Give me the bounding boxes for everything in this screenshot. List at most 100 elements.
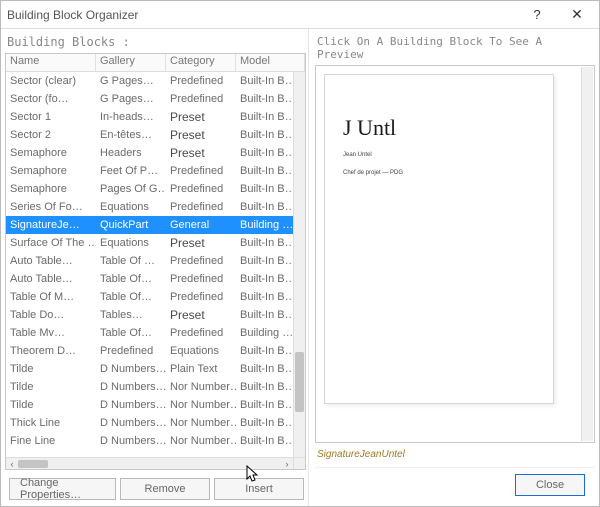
table-row[interactable]: Auto Table…Table Of …PredefinedBuilt-In … bbox=[6, 252, 293, 270]
preview-scrollbar[interactable] bbox=[581, 67, 593, 441]
cell-model: Built-In B… bbox=[236, 345, 293, 357]
table-row[interactable]: Fine LineD Numbers…Nor Number…Built-In B… bbox=[6, 432, 293, 450]
cell-gallery: Headers bbox=[96, 147, 166, 159]
cell-gallery: D Numbers… bbox=[96, 399, 166, 411]
cell-model: Built-In B… bbox=[236, 75, 293, 87]
cell-name: Table Mv… bbox=[6, 327, 96, 339]
help-button[interactable]: ? bbox=[517, 2, 557, 28]
table-row[interactable]: Surface Of The …EquationsPresetBuilt-In … bbox=[6, 234, 293, 252]
table-row[interactable]: Sector 1In-heads…PresetBuilt-In B… bbox=[6, 108, 293, 126]
table-row[interactable]: TildeD Numbers…Nor Number…Built-In B… bbox=[6, 396, 293, 414]
cell-model: Built-In B… bbox=[236, 255, 293, 267]
close-window-button[interactable]: ✕ bbox=[557, 2, 597, 28]
preview-caption: SignatureJeanUntel bbox=[315, 447, 595, 467]
cell-gallery: D Numbers… bbox=[96, 381, 166, 393]
dialog-title: Building Block Organizer bbox=[7, 8, 517, 22]
cell-category: Predefined bbox=[166, 165, 236, 177]
cell-model: Built-In B… bbox=[236, 309, 293, 321]
cell-model: Built-In B… bbox=[236, 93, 293, 105]
cell-category: Predefined bbox=[166, 201, 236, 213]
table-row[interactable]: Table Of M…Table Of…PredefinedBuilt-In B… bbox=[6, 288, 293, 306]
cell-name: Semaphore bbox=[6, 183, 96, 195]
horizontal-scroll-thumb[interactable] bbox=[18, 460, 48, 468]
cell-category: Preset bbox=[166, 308, 236, 322]
table-row[interactable]: TildeD Numbers…Plain TextBuilt-In B… bbox=[6, 360, 293, 378]
cell-category: Nor Number… bbox=[166, 399, 236, 411]
table-row[interactable]: Series Of Fo…EquationsPredefinedBuilt-In… bbox=[6, 198, 293, 216]
cell-gallery: Tables… bbox=[96, 309, 166, 321]
cell-gallery: Table Of… bbox=[96, 327, 166, 339]
cell-model: Built-In B… bbox=[236, 165, 293, 177]
cell-category: Plain Text bbox=[166, 363, 236, 375]
cell-model: Built-In B… bbox=[236, 363, 293, 375]
cell-category: Predefined bbox=[166, 255, 236, 267]
scroll-right-icon[interactable]: › bbox=[281, 459, 293, 469]
cell-category: Nor Number… bbox=[166, 417, 236, 429]
table-row[interactable]: Theorem D…PredefinedEquationsBuilt-In B… bbox=[6, 342, 293, 360]
table-row[interactable]: Table Mv…Table Of…PredefinedBuilding … bbox=[6, 324, 293, 342]
cell-category: Predefined bbox=[166, 183, 236, 195]
cell-name: Sector 2 bbox=[6, 129, 96, 141]
col-model[interactable]: Model bbox=[236, 54, 305, 71]
cell-name: Series Of Fo… bbox=[6, 201, 96, 213]
cell-category: Predefined bbox=[166, 75, 236, 87]
cell-name: Auto Table… bbox=[6, 273, 96, 285]
cell-gallery: En-têtes… bbox=[96, 129, 166, 141]
preview-page: J Untl Jean Untel Chef de projet — PDG bbox=[324, 74, 554, 404]
preview-area: J Untl Jean Untel Chef de projet — PDG bbox=[315, 65, 595, 443]
cell-name: Thick Line bbox=[6, 417, 96, 429]
table-body: Sector (clear)G Pages…PredefinedBuilt-In… bbox=[6, 72, 293, 457]
table-row[interactable]: Table Do…Tables…PresetBuilt-In B… bbox=[6, 306, 293, 324]
vertical-scrollbar[interactable] bbox=[293, 72, 305, 457]
table-row[interactable]: Sector 2En-têtes…PresetBuilt-In B… bbox=[6, 126, 293, 144]
col-gallery[interactable]: Gallery bbox=[96, 54, 166, 71]
cell-name: Tilde bbox=[6, 399, 96, 411]
table-header[interactable]: Name Gallery Category Model bbox=[6, 54, 305, 72]
cell-model: Built-In B… bbox=[236, 417, 293, 429]
cell-model: Built-In B… bbox=[236, 291, 293, 303]
cell-gallery: G Pages… bbox=[96, 93, 166, 105]
close-button[interactable]: Close bbox=[515, 474, 585, 496]
titlebar: Building Block Organizer ? ✕ bbox=[1, 1, 599, 29]
table-row[interactable]: TildeD Numbers…Nor Number…Built-In B… bbox=[6, 378, 293, 396]
cell-gallery: Equations bbox=[96, 201, 166, 213]
cell-category: Preset bbox=[166, 236, 236, 250]
remove-button[interactable]: Remove bbox=[120, 478, 210, 500]
table-row[interactable]: SignatureJe…QuickPartGeneralBuilding … bbox=[6, 216, 293, 234]
scroll-left-icon[interactable]: ‹ bbox=[6, 459, 18, 469]
cell-model: Built-In B… bbox=[236, 381, 293, 393]
cell-name: Semaphore bbox=[6, 165, 96, 177]
cell-gallery: Table Of… bbox=[96, 273, 166, 285]
left-button-row: Change Properties… Remove Insert bbox=[5, 470, 308, 506]
cell-gallery: Table Of … bbox=[96, 255, 166, 267]
cell-name: Surface Of The … bbox=[6, 237, 96, 249]
table-row[interactable]: Auto Table…Table Of…PredefinedBuilt-In B… bbox=[6, 270, 293, 288]
cell-name: Sector 1 bbox=[6, 111, 96, 123]
cell-gallery: QuickPart bbox=[96, 219, 166, 231]
col-name[interactable]: Name bbox=[6, 54, 96, 71]
cell-category: General bbox=[166, 219, 236, 231]
horizontal-scrollbar[interactable]: ‹ › bbox=[6, 457, 293, 469]
table-row[interactable]: Sector (clear)G Pages…PredefinedBuilt-In… bbox=[6, 72, 293, 90]
cell-gallery: D Numbers… bbox=[96, 417, 166, 429]
table-row[interactable]: Thick LineD Numbers…Nor Number…Built-In … bbox=[6, 414, 293, 432]
cell-category: Equations bbox=[166, 345, 236, 357]
cell-name: Sector (clear) bbox=[6, 75, 96, 87]
cell-name: Auto Table… bbox=[6, 255, 96, 267]
table-row[interactable]: Sector (fo…G Pages…PredefinedBuilt-In B… bbox=[6, 90, 293, 108]
cell-gallery: G Pages… bbox=[96, 75, 166, 87]
change-properties-button[interactable]: Change Properties… bbox=[9, 478, 116, 500]
cell-model: Built-In B… bbox=[236, 201, 293, 213]
col-category[interactable]: Category bbox=[166, 54, 236, 71]
cell-name: Table Do… bbox=[6, 309, 96, 321]
cell-gallery: Predefined bbox=[96, 345, 166, 357]
table-row[interactable]: SemaphorePages Of G…PredefinedBuilt-In B… bbox=[6, 180, 293, 198]
table-row[interactable]: SemaphoreHeadersPresetBuilt-In B… bbox=[6, 144, 293, 162]
insert-button[interactable]: Insert bbox=[214, 478, 304, 500]
cell-name: Sector (fo… bbox=[6, 93, 96, 105]
cell-name: SignatureJe… bbox=[6, 219, 96, 231]
table-row[interactable]: SemaphoreFeet Of P…PredefinedBuilt-In B… bbox=[6, 162, 293, 180]
cell-name: Semaphore bbox=[6, 147, 96, 159]
vertical-scroll-thumb[interactable] bbox=[295, 352, 304, 412]
cell-model: Built-In B… bbox=[236, 435, 293, 447]
